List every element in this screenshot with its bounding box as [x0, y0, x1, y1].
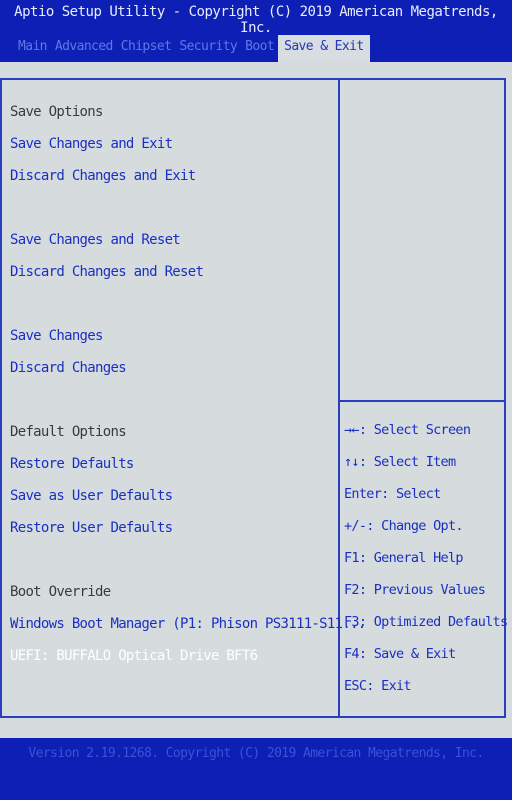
- tab-boot[interactable]: Boot: [241, 35, 278, 62]
- content-panel: Save Options Save Changes and Exit Disca…: [0, 62, 512, 738]
- help-select-screen: →←: Select Screen: [344, 422, 471, 438]
- help-select-item: ↑↓: Select Item: [344, 454, 456, 470]
- menu-item-boot-option-windows[interactable]: Windows Boot Manager (P1: Phison PS3111-…: [10, 616, 366, 632]
- tab-save-exit[interactable]: Save & Exit: [278, 35, 370, 62]
- help-esc-exit: ESC: Exit: [344, 678, 412, 694]
- help-previous-values: F2: Previous Values: [344, 582, 486, 598]
- section-header-save-options: Save Options: [10, 104, 103, 120]
- help-enter-select: Enter: Select: [344, 486, 441, 502]
- menu-item-boot-option-optical[interactable]: UEFI: BUFFALO Optical Drive BFT6: [10, 648, 258, 664]
- help-change-opt: +/-: Change Opt.: [344, 518, 464, 534]
- tab-advanced[interactable]: Advanced: [51, 35, 117, 62]
- tab-security[interactable]: Security: [175, 35, 241, 62]
- menu-item-discard-changes[interactable]: Discard Changes: [10, 360, 127, 376]
- tab-bar: Main Advanced Chipset Security Boot Save…: [14, 35, 370, 62]
- menu-item-discard-changes-and-reset[interactable]: Discard Changes and Reset: [10, 264, 204, 280]
- help-save-exit: F4: Save & Exit: [344, 646, 456, 662]
- menu-item-save-changes-and-reset[interactable]: Save Changes and Reset: [10, 232, 181, 248]
- bios-screen: Aptio Setup Utility - Copyright (C) 2019…: [0, 0, 512, 800]
- help-general-help: F1: General Help: [344, 550, 464, 566]
- menu-item-save-as-user-defaults[interactable]: Save as User Defaults: [10, 488, 173, 504]
- tab-chipset[interactable]: Chipset: [117, 35, 176, 62]
- menu-item-save-changes[interactable]: Save Changes: [10, 328, 103, 344]
- section-header-boot-override: Boot Override: [10, 584, 111, 600]
- menu-item-save-changes-and-exit[interactable]: Save Changes and Exit: [10, 136, 173, 152]
- help-divider: [340, 400, 506, 402]
- version-footer: Version 2.19.1268. Copyright (C) 2019 Am…: [28, 746, 484, 761]
- menu-item-restore-defaults[interactable]: Restore Defaults: [10, 456, 134, 472]
- section-header-default-options: Default Options: [10, 424, 127, 440]
- app-title: Aptio Setup Utility - Copyright (C) 2019…: [14, 4, 498, 36]
- help-optimized-defaults: F3: Optimized Defaults: [344, 614, 508, 630]
- tab-main[interactable]: Main: [14, 35, 51, 62]
- menu-item-discard-changes-and-exit[interactable]: Discard Changes and Exit: [10, 168, 196, 184]
- menu-item-restore-user-defaults[interactable]: Restore User Defaults: [10, 520, 173, 536]
